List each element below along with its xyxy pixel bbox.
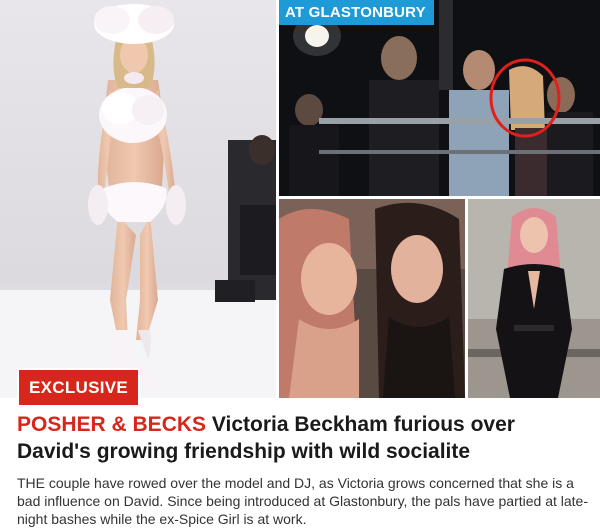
- selfie-photo: [279, 199, 465, 398]
- headline-kicker: POSHER & BECKS: [17, 413, 207, 436]
- standfirst: THE couple have rowed over the model and…: [17, 475, 588, 527]
- runway-photo: [0, 0, 276, 398]
- portrait-photo: [468, 199, 600, 398]
- glastonbury-photo: [279, 0, 600, 196]
- exclusive-badge: EXCLUSIVE: [17, 368, 141, 407]
- headline[interactable]: POSHER & BECKS Victoria Beckham furious …: [17, 411, 592, 465]
- photo-label-glastonbury: AT GLASTONBURY: [279, 0, 434, 25]
